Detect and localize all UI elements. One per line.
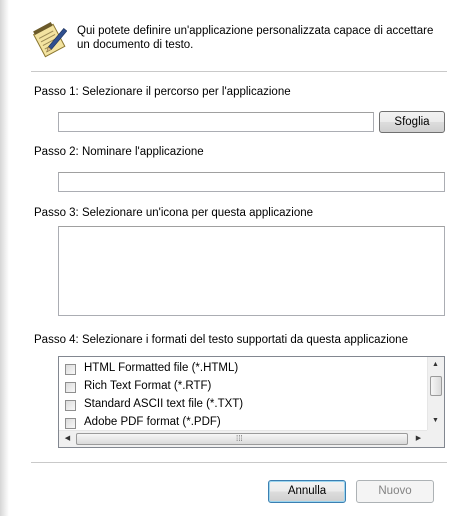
vertical-scroll-thumb[interactable] <box>430 376 442 396</box>
step1-label: Passo 1: Selezionare il percorso per l'a… <box>34 86 291 98</box>
format-label: HTML Formatted file (*.HTML) <box>84 362 239 374</box>
formats-list[interactable]: HTML Formatted file (*.HTML) Rich Text F… <box>58 356 445 448</box>
step3-label: Passo 3: Selezionare un'icona per questa… <box>34 207 314 219</box>
format-label: Standard ASCII text file (*.TXT) <box>84 398 244 410</box>
step4-label: Passo 4: Selezionare i formati del testo… <box>34 334 408 346</box>
scroll-right-arrow-icon[interactable]: ▶ <box>411 435 426 443</box>
new-button[interactable]: Nuovo <box>356 480 434 503</box>
header: Qui potete definire un'applicazione pers… <box>31 22 441 66</box>
application-name-input[interactable] <box>58 172 445 192</box>
footer-separator <box>31 462 447 464</box>
notepad-pen-icon <box>31 22 68 58</box>
format-label: Rich Text Format (*.RTF) <box>84 380 212 392</box>
application-path-input[interactable] <box>58 112 374 132</box>
horizontal-scroll-thumb[interactable]: ⁞⁞⁞ <box>76 433 408 445</box>
checkbox-html[interactable] <box>65 364 76 375</box>
checkbox-rtf[interactable] <box>65 382 76 393</box>
scroll-left-arrow-icon[interactable]: ◀ <box>60 435 75 443</box>
scroll-down-arrow-icon[interactable]: ▼ <box>428 417 443 425</box>
format-label: Adobe PDF format (*.PDF) <box>84 416 221 428</box>
checkbox-txt[interactable] <box>65 400 76 411</box>
vertical-scrollbar[interactable]: ▲ ▼ <box>427 357 444 431</box>
header-description: Qui potete definire un'applicazione pers… <box>77 25 434 51</box>
browse-button[interactable]: Sfoglia <box>379 111 445 133</box>
scroll-grip-icon: ⁞⁞⁞ <box>236 434 243 443</box>
cancel-button[interactable]: Annulla <box>268 480 346 503</box>
horizontal-scrollbar[interactable]: ◀ ⁞⁞⁞ ▶ <box>59 430 427 447</box>
header-separator <box>31 71 447 73</box>
icon-selection-box[interactable] <box>58 226 445 316</box>
window-frame-left <box>0 0 9 516</box>
checkbox-pdf[interactable] <box>65 418 76 429</box>
step2-label: Passo 2: Nominare l'applicazione <box>34 146 204 158</box>
scrollbar-corner <box>427 430 444 447</box>
scroll-up-arrow-icon[interactable]: ▲ <box>428 361 443 369</box>
